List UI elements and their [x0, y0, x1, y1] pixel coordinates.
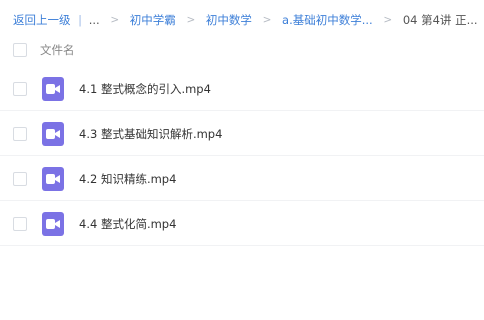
breadcrumb-ellipsis[interactable]: ... — [89, 12, 100, 28]
video-file-icon — [42, 212, 64, 236]
breadcrumb-separator: > — [110, 13, 120, 26]
file-row[interactable]: 4.4 整式化简.mp4 — [0, 202, 484, 246]
breadcrumb-separator: > — [383, 13, 393, 26]
row-checkbox[interactable] — [13, 172, 27, 186]
file-name[interactable]: 4.4 整式化简.mp4 — [79, 216, 176, 232]
breadcrumb-item-3[interactable]: a.基础初中数学... — [282, 12, 373, 28]
select-all-checkbox[interactable] — [13, 43, 27, 57]
file-row[interactable]: 4.3 整式基础知识解析.mp4 — [0, 112, 484, 156]
file-list-header: 文件名 — [0, 36, 484, 64]
file-row[interactable]: 4.2 知识精练.mp4 — [0, 157, 484, 201]
breadcrumb-current: 04 第4讲 正... — [402, 12, 478, 27]
file-row[interactable]: 4.1 整式概念的引入.mp4 — [0, 67, 484, 111]
filename-column-header: 文件名 — [40, 43, 75, 57]
file-name[interactable]: 4.3 整式基础知识解析.mp4 — [79, 126, 222, 142]
video-file-icon — [42, 167, 64, 191]
video-file-icon — [42, 122, 64, 146]
file-name[interactable]: 4.2 知识精练.mp4 — [79, 171, 176, 187]
file-name[interactable]: 4.1 整式概念的引入.mp4 — [79, 81, 211, 97]
row-checkbox[interactable] — [13, 82, 27, 96]
row-checkbox[interactable] — [13, 217, 27, 231]
back-link[interactable]: 返回上一级 — [13, 12, 71, 28]
breadcrumb-separator: > — [262, 13, 272, 26]
row-checkbox[interactable] — [13, 127, 27, 141]
video-file-icon — [42, 77, 64, 101]
breadcrumb: 返回上一级 | ... > 初中学霸 > 初中数学 > a.基础初中数学... … — [13, 11, 478, 27]
breadcrumb-item-2[interactable]: 初中数学 — [206, 12, 252, 28]
breadcrumb-item-1[interactable]: 初中学霸 — [130, 12, 176, 28]
breadcrumb-divider: | — [78, 12, 83, 27]
breadcrumb-separator: > — [186, 13, 196, 26]
